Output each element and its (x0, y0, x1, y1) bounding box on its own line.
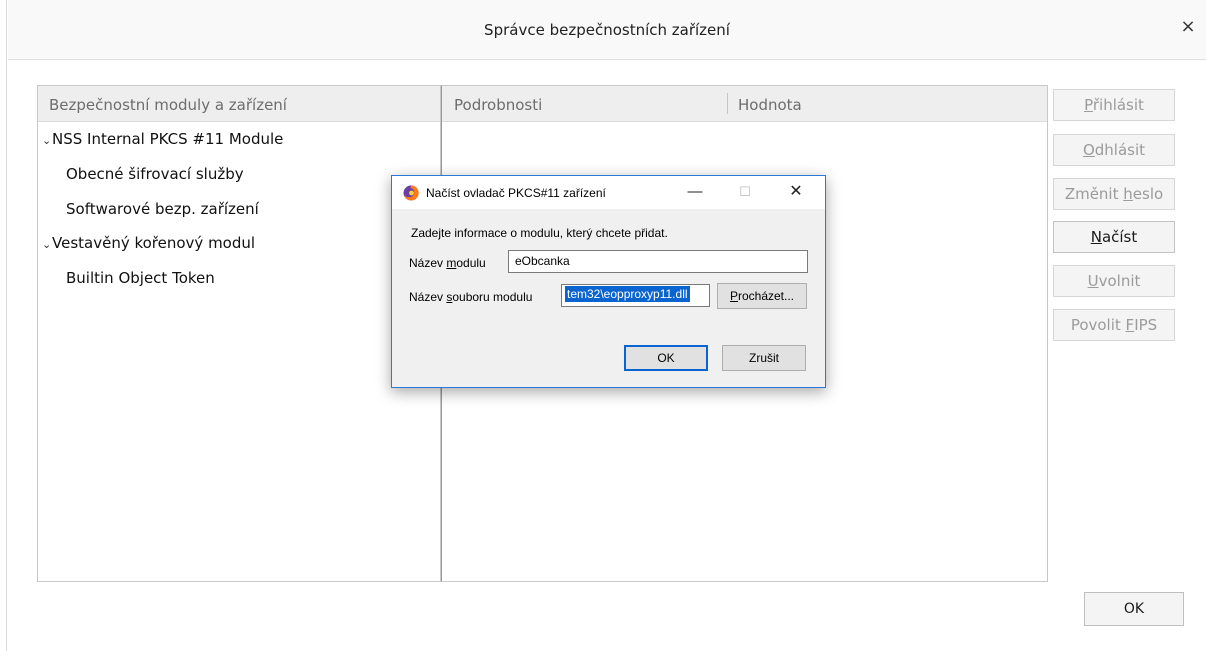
tree-item-label: Obecné šifrovací služby (66, 165, 244, 183)
login-button[interactable]: Přihlásit (1053, 89, 1175, 121)
module-name-label-pre: Název (409, 256, 447, 270)
module-file-label-pre: Název (409, 290, 447, 304)
enable-fips-button[interactable]: Povolit FIPS (1053, 309, 1175, 341)
logout-button[interactable]: Odhlásit (1053, 134, 1175, 166)
login-accel: P (1084, 96, 1093, 114)
tree-item-generic-crypto[interactable]: Obecné šifrovací služby (66, 165, 244, 183)
ok-button[interactable]: OK (1084, 592, 1184, 626)
dialog-ok-button[interactable]: OK (624, 345, 708, 371)
unload-accel: U (1087, 272, 1099, 290)
logout-accel: O (1082, 141, 1095, 159)
change-password-label-pre: Změnit (1064, 185, 1124, 203)
tree-item-nss-internal[interactable]: ⌄NSS Internal PKCS #11 Module (38, 130, 283, 148)
window-titlebar: Správce bezpečnostních zařízení × (8, 0, 1206, 60)
enable-fips-accel: F (1125, 316, 1135, 334)
logout-label-post: dhlásit (1094, 141, 1146, 159)
security-modules-tree[interactable]: Bezpečnostní moduly a zařízení ⌄NSS Inte… (37, 85, 441, 582)
module-name-label-accel: m (446, 256, 457, 270)
unload-button[interactable]: Uvolnit (1053, 265, 1175, 297)
expand-chevron-icon[interactable]: ⌄ (42, 238, 52, 251)
column-separator[interactable] (727, 93, 728, 114)
dialog-titlebar: Načíst ovladač PKCS#11 zařízení — ☐ ✕ (392, 176, 825, 209)
browse-label-post: rocházet... (737, 289, 795, 303)
change-password-label-post: eslo (1132, 185, 1164, 203)
details-header: Podrobnosti Hodnota (442, 86, 1047, 122)
module-file-selected-text: tem32\eopproxyp11.dll (565, 286, 690, 302)
window-title: Správce bezpečnostních zařízení (484, 21, 730, 39)
maximize-icon[interactable]: ☐ (730, 182, 760, 202)
module-name-label: Název modulu (409, 256, 486, 270)
column-header-details[interactable]: Podrobnosti (454, 96, 542, 114)
module-name-label-post: odulu (456, 256, 486, 270)
browse-button[interactable]: Procházet... (717, 283, 807, 309)
tree-column-header[interactable]: Bezpečnostní moduly a zařízení (38, 86, 440, 122)
module-name-input[interactable]: eObcanka (508, 250, 808, 273)
change-password-accel: h (1123, 185, 1133, 203)
unload-label-post: volnit (1098, 272, 1141, 290)
dialog-close-icon[interactable]: ✕ (781, 182, 811, 202)
load-pkcs11-dialog: Načíst ovladač PKCS#11 zařízení — ☐ ✕ Za… (391, 175, 826, 388)
login-label-post: řihlásit (1092, 96, 1144, 114)
tree-item-label: Softwarové bezp. zařízení (66, 200, 259, 218)
enable-fips-label-pre: Povolit (1070, 316, 1126, 334)
left-edge (0, 0, 7, 651)
firefox-icon (403, 185, 419, 201)
module-file-label-post: ouboru modulu (452, 290, 533, 304)
dialog-title: Načíst ovladač PKCS#11 zařízení (426, 186, 606, 200)
tree-item-software-device[interactable]: Softwarové bezp. zařízení (66, 200, 259, 218)
load-button[interactable]: Načíst (1053, 221, 1175, 253)
module-file-label: Název souboru modulu (409, 290, 532, 304)
column-header-value[interactable]: Hodnota (738, 96, 802, 114)
load-label-post: ačíst (1101, 228, 1138, 246)
tree-item-label: Vestavěný kořenový modul (52, 234, 256, 252)
dialog-cancel-button[interactable]: Zrušit (722, 345, 806, 371)
tree-item-builtin-token[interactable]: Builtin Object Token (66, 269, 215, 287)
module-file-input[interactable]: tem32\eopproxyp11.dll (561, 284, 710, 307)
minimize-icon[interactable]: — (680, 182, 710, 202)
enable-fips-label-post: IPS (1134, 316, 1158, 334)
browse-accel: P (729, 289, 738, 303)
tree-item-builtin-roots[interactable]: ⌄Vestavěný kořenový modul (38, 234, 255, 252)
window-close-icon[interactable]: × (1178, 17, 1198, 37)
expand-chevron-icon[interactable]: ⌄ (42, 134, 52, 147)
load-accel: N (1090, 228, 1102, 246)
tree-item-label: Builtin Object Token (66, 269, 215, 287)
tree-item-label: NSS Internal PKCS #11 Module (52, 130, 284, 148)
dialog-prompt: Zadejte informace o modulu, který chcete… (411, 226, 668, 240)
change-password-button[interactable]: Změnit heslo (1053, 178, 1175, 210)
